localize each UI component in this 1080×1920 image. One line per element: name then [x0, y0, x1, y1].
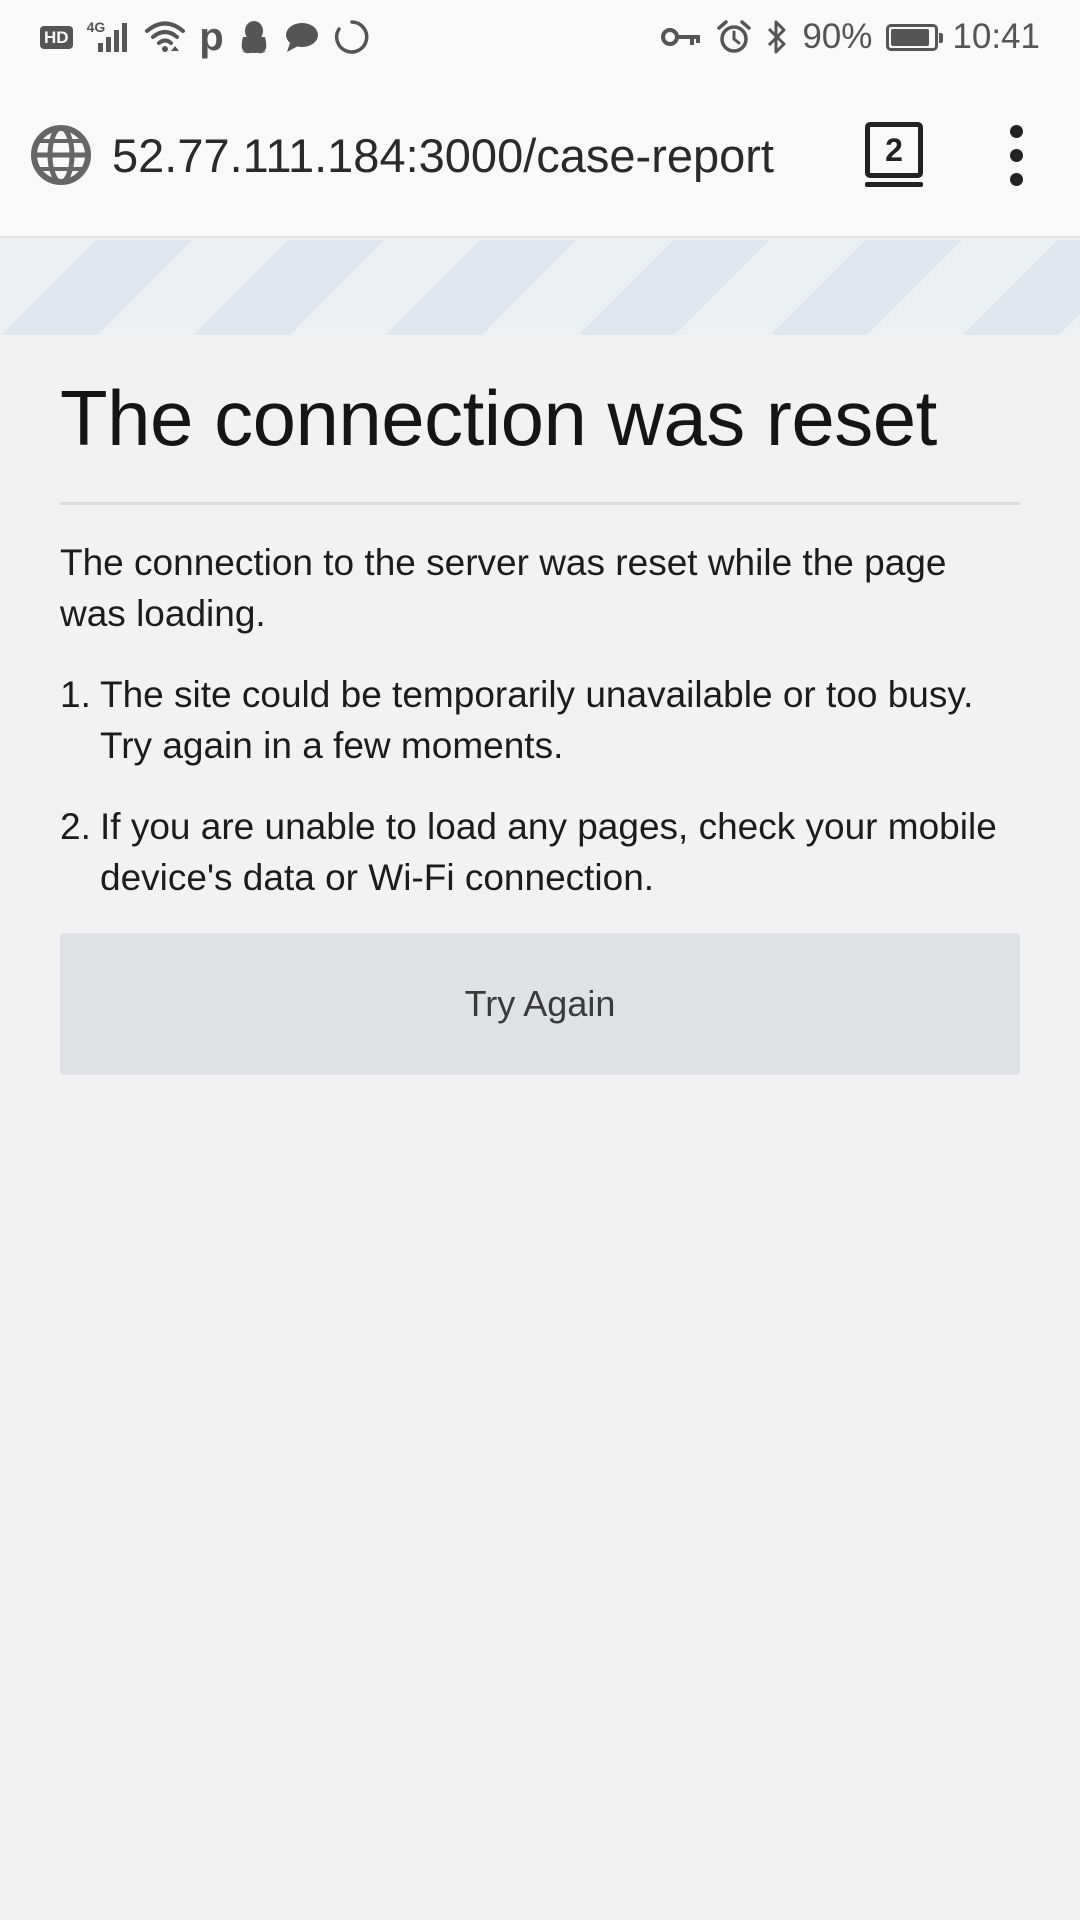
- bluetooth-icon: [766, 17, 788, 57]
- overflow-menu-icon[interactable]: [996, 122, 1036, 188]
- network-type: 4G: [86, 19, 106, 35]
- list-item: 2. If you are unable to load any pages, …: [60, 801, 1020, 903]
- tabs-icon: 2: [865, 122, 923, 178]
- menu-dot: [1009, 124, 1023, 138]
- signal-icon: 4G: [87, 17, 132, 57]
- title-divider: [60, 502, 1020, 505]
- loading-ring-icon: [334, 17, 370, 57]
- hd-icon: HD: [40, 17, 73, 57]
- browser-toolbar: 52.77.111.184:3000/case-report 2: [0, 74, 1080, 238]
- battery-percent: 90%: [802, 17, 873, 56]
- status-right-group: 90% 10:41: [660, 17, 1040, 57]
- error-description: The connection to the server was reset w…: [60, 542, 947, 634]
- status-bar: HD 4G p 90% 10:41: [0, 0, 1080, 74]
- status-left-group: HD 4G p: [40, 17, 370, 57]
- list-item-text: The site could be temporarily unavailabl…: [100, 674, 974, 766]
- menu-dot: [1009, 172, 1023, 186]
- menu-dot: [1009, 148, 1023, 162]
- tabs-button[interactable]: 2: [864, 122, 924, 188]
- error-content: The connection was reset The connection …: [60, 370, 1020, 1075]
- chat-bubble-icon: [284, 17, 320, 57]
- wifi-icon: [145, 17, 186, 57]
- tab-count: 2: [885, 131, 903, 168]
- tabs-underline: [865, 182, 923, 187]
- battery-icon: [886, 23, 944, 51]
- list-item-text: If you are unable to load any pages, che…: [100, 806, 997, 898]
- key-icon: [660, 17, 702, 57]
- p-app-glyph: p: [199, 15, 224, 59]
- url-field[interactable]: 52.77.111.184:3000/case-report: [112, 128, 864, 183]
- penguin-icon: [238, 17, 270, 57]
- list-item-number: 2.: [60, 806, 91, 847]
- hd-badge: HD: [40, 25, 73, 49]
- reason-list: 1. The site could be temporarily unavail…: [60, 669, 1020, 903]
- globe-icon[interactable]: [30, 124, 92, 186]
- clock: 10:41: [952, 17, 1040, 56]
- page-title: The connection was reset: [60, 374, 937, 462]
- try-again-button[interactable]: Try Again: [60, 933, 1020, 1075]
- list-item-number: 1.: [60, 674, 91, 715]
- list-item: 1. The site could be temporarily unavail…: [60, 669, 1020, 771]
- alarm-icon: [716, 17, 752, 57]
- battery-fill: [891, 28, 929, 46]
- error-stripe-banner: [0, 240, 1080, 335]
- p-app-icon: p: [199, 17, 223, 57]
